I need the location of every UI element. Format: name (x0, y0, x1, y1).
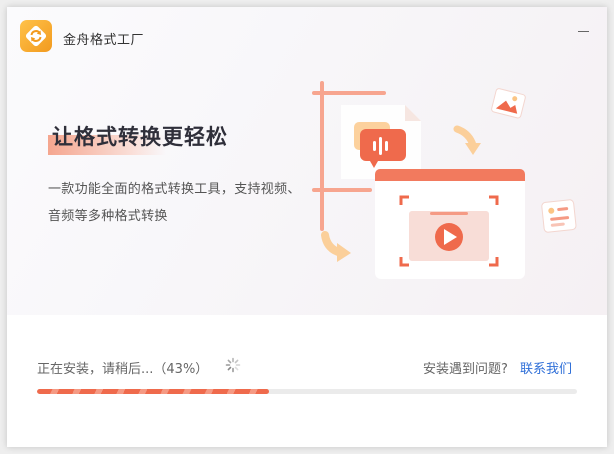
description-line-1: 一款功能全面的格式转换工具，支持视频、 (48, 182, 301, 197)
contact-us-link[interactable]: 联系我们 (520, 358, 572, 377)
refresh-arrows-icon (25, 25, 47, 47)
slogan-heading: 让格式转换更轻松 (52, 125, 228, 149)
install-progress-fill (37, 389, 269, 394)
image-icon (491, 88, 526, 119)
installer-window: 金舟格式工厂 让格式转换更轻松 一款功能全面的格式转换工具，支持视频、 音频等多… (7, 7, 607, 447)
help-prompt: 安装遇到问题? (423, 362, 508, 377)
loading-spinner-icon (225, 357, 241, 373)
description-line-2: 音频等多种格式转换 (48, 209, 168, 224)
app-logo (20, 20, 52, 52)
hero-illustration (312, 81, 577, 279)
install-progress-bar (37, 389, 577, 394)
video-player-icon (375, 169, 525, 279)
document-icon (541, 199, 577, 233)
app-title: 金舟格式工厂 (63, 33, 145, 48)
arrow-icon (321, 231, 351, 262)
minimize-button[interactable] (573, 22, 595, 40)
install-status-text: 正在安装，请稍后...（43%） (37, 362, 209, 377)
arrow-down-right-icon (453, 125, 481, 155)
hero-banner: 金舟格式工厂 让格式转换更轻松 一款功能全面的格式转换工具，支持视频、 音频等多… (7, 7, 607, 315)
